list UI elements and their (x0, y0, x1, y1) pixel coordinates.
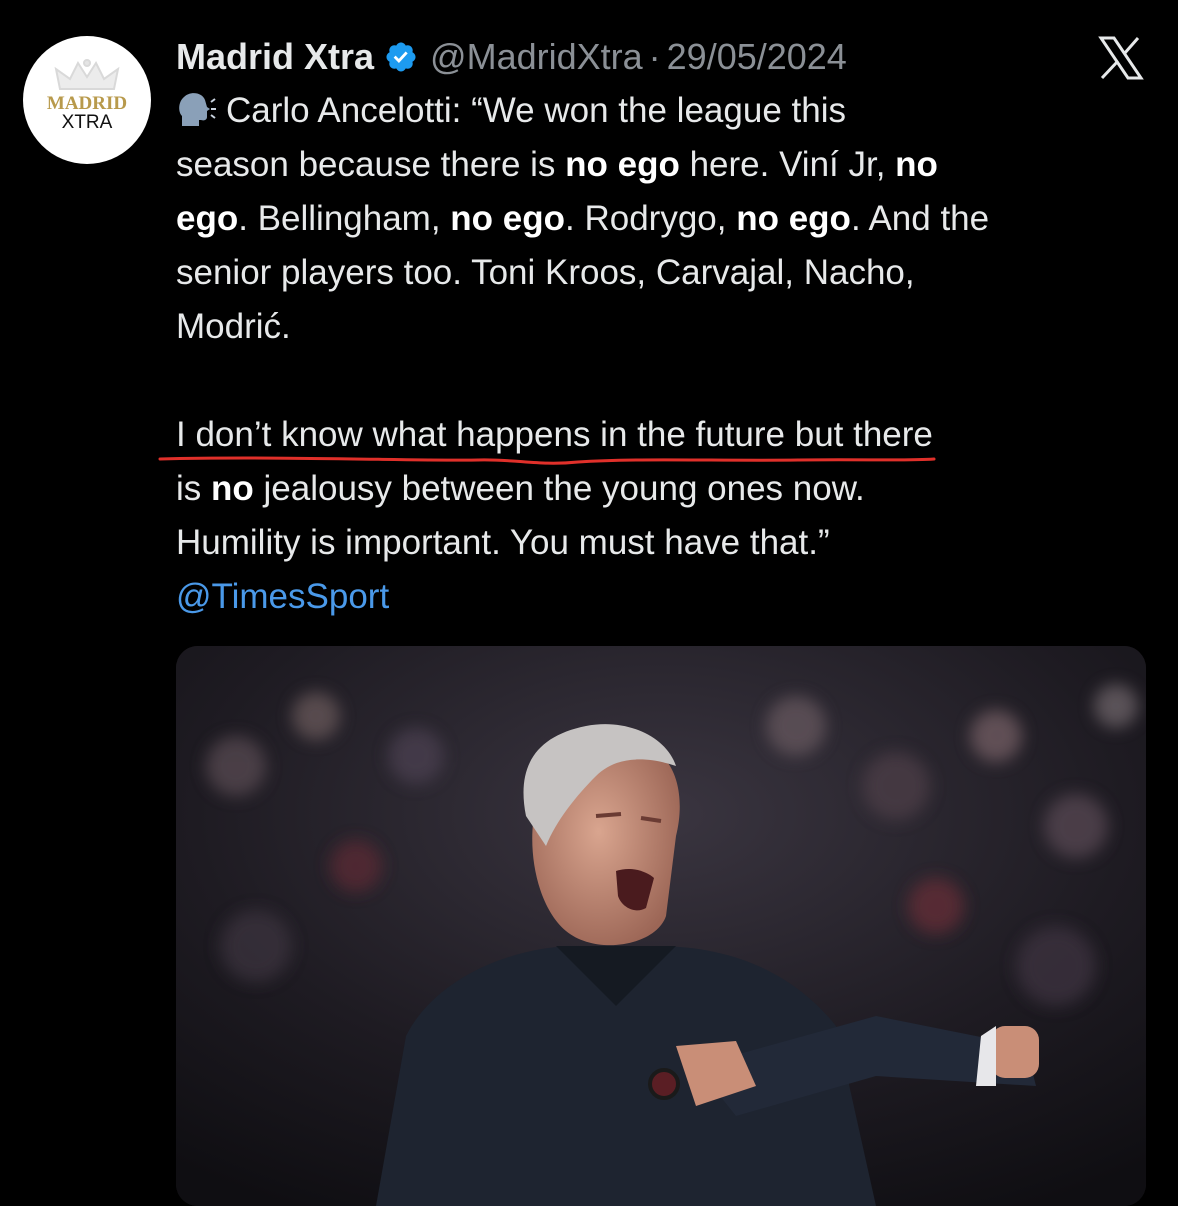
display-name[interactable]: Madrid Xtra (176, 36, 374, 78)
crown-icon (54, 59, 120, 90)
handdrawn-underline (158, 456, 936, 465)
x-logo-icon[interactable] (1098, 36, 1144, 80)
tweet-photo[interactable] (176, 646, 1146, 1206)
photo-illustration (176, 646, 1146, 1206)
verified-badge-icon (386, 42, 416, 72)
tweet-text-segment: here. Viní Jr, (679, 145, 896, 184)
tweet-text-segment: . Bellingham, (238, 199, 451, 238)
avatar-logo-bottom: XTRA (61, 112, 113, 133)
bold-phrase: no ego (565, 145, 680, 184)
tweet-line: Humility is important. You must have tha… (176, 523, 830, 562)
tweet-line: ego. Bellingham, no ego. Rodrygo, no ego… (176, 192, 1166, 246)
tweet-header: Madrid Xtra @MadridXtra · 29/05/2024 (176, 30, 847, 84)
tweet-date[interactable]: 29/05/2024 (667, 36, 847, 78)
handle[interactable]: @MadridXtra (430, 36, 643, 78)
bold-phrase: no (895, 145, 938, 184)
tweet-text-segment: season because there is (176, 145, 566, 184)
bold-phrase: ego (176, 199, 239, 238)
tweet-line: @TimesSport (176, 570, 1166, 624)
tweet-text-segment: is (176, 469, 211, 508)
bold-phrase: no ego (736, 199, 851, 238)
bold-phrase: no (211, 469, 254, 508)
tweet-line: senior players too. Toni Kroos, Carvajal… (176, 253, 915, 292)
tweet-text-segment: jealousy between the young ones now. (253, 469, 865, 508)
tweet-line: Modrić. (176, 307, 291, 346)
tweet-line: Carlo Ancelotti: “We won the league this (176, 84, 1166, 138)
mention-link[interactable]: @TimesSport (176, 577, 389, 616)
speaking-head-emoji-icon (179, 93, 216, 126)
avatar-logo-top: MADRID (46, 93, 128, 114)
tweet-card[interactable]: MADRID XTRA Madrid Xtra @MadridXtra · 29… (0, 0, 1178, 1206)
tweet-text: Carlo Ancelotti: “We won the league this… (176, 84, 1166, 624)
tweet-text-segment: . Rodrygo, (565, 199, 737, 238)
tweet-text-segment: . And the (850, 199, 990, 238)
tweet-line: season because there is no ego here. Vin… (176, 138, 1166, 192)
bold-phrase: no ego (450, 199, 566, 238)
avatar[interactable]: MADRID XTRA (23, 36, 151, 164)
separator-dot: · (648, 36, 661, 77)
tweet-text-segment: Carlo Ancelotti: “We won the league this (226, 91, 846, 130)
tweet-line: is no jealousy between the young ones no… (176, 462, 1166, 516)
